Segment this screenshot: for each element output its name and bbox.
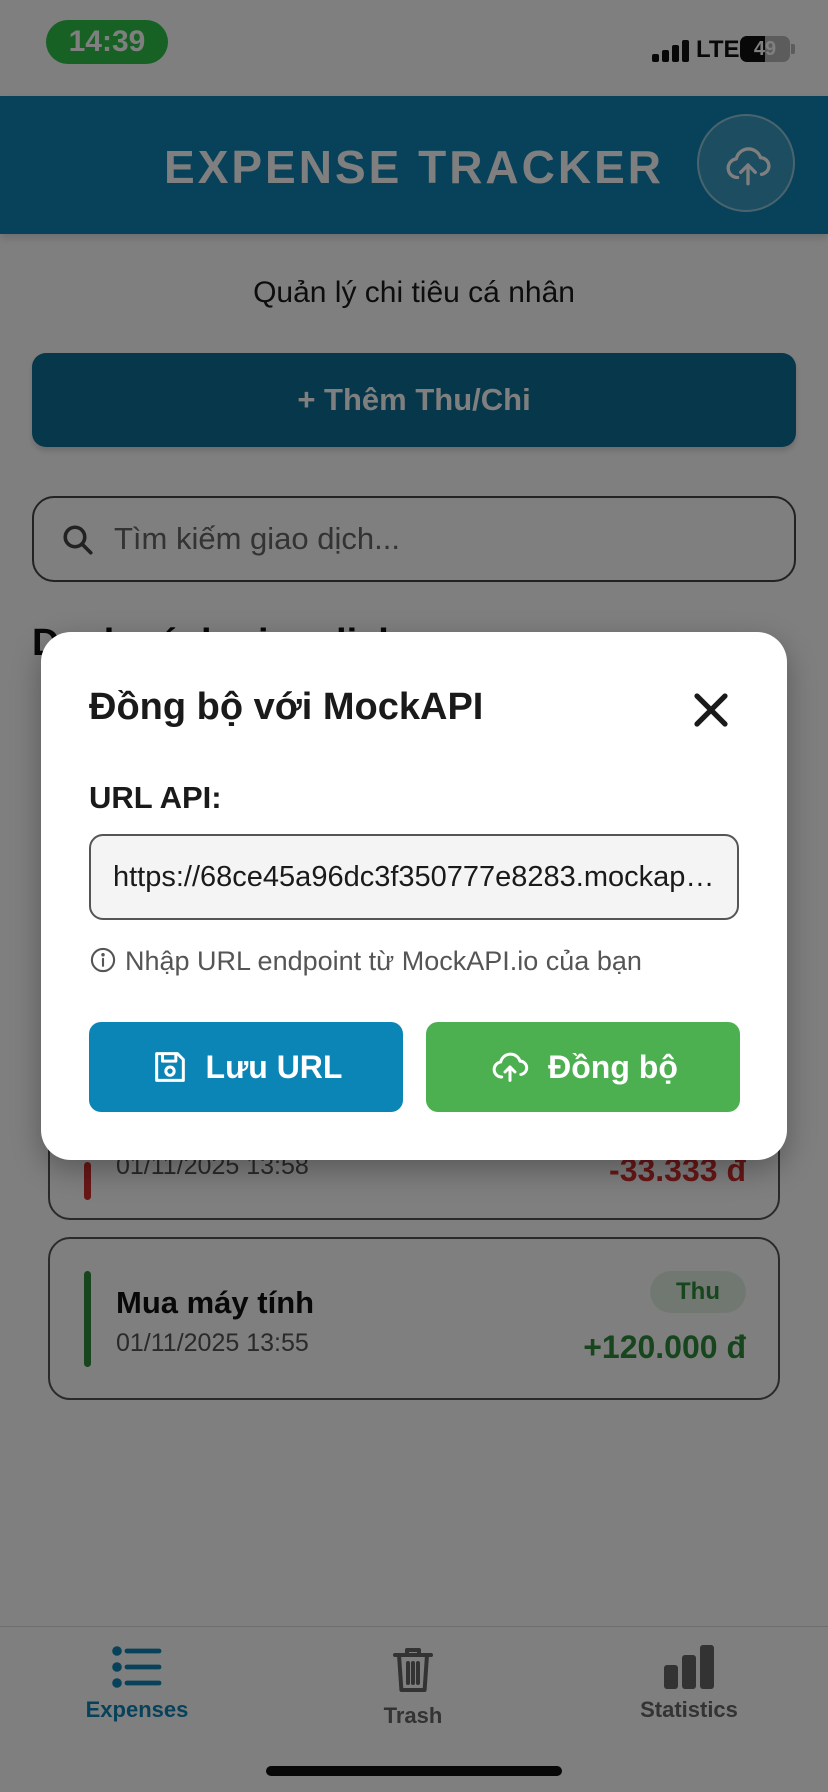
- save-icon: [154, 1052, 185, 1082]
- sync-modal: Đồng bộ với MockAPI URL API: Nhập URL en…: [41, 632, 787, 1160]
- url-input[interactable]: [89, 834, 739, 920]
- save-url-label: Lưu URL: [205, 1048, 343, 1085]
- sync-button-label: Đồng bộ: [548, 1048, 678, 1085]
- close-icon: [694, 693, 728, 727]
- cloud-upload-icon: [492, 1052, 529, 1082]
- modal-title: Đồng bộ với MockAPI: [89, 686, 484, 728]
- save-url-button[interactable]: Lưu URL: [89, 1022, 403, 1112]
- url-hint: Nhập URL endpoint từ MockAPI.io của bạn: [89, 946, 642, 977]
- url-label: URL API:: [89, 780, 222, 815]
- url-hint-text: Nhập URL endpoint từ MockAPI.io của bạn: [125, 946, 642, 976]
- app-screen: 14:39 LTE 49 EXPENSE TRACKER Quản lý chi…: [0, 0, 828, 1792]
- sync-button[interactable]: Đồng bộ: [426, 1022, 740, 1112]
- close-button[interactable]: [687, 686, 735, 734]
- info-icon: [90, 947, 116, 973]
